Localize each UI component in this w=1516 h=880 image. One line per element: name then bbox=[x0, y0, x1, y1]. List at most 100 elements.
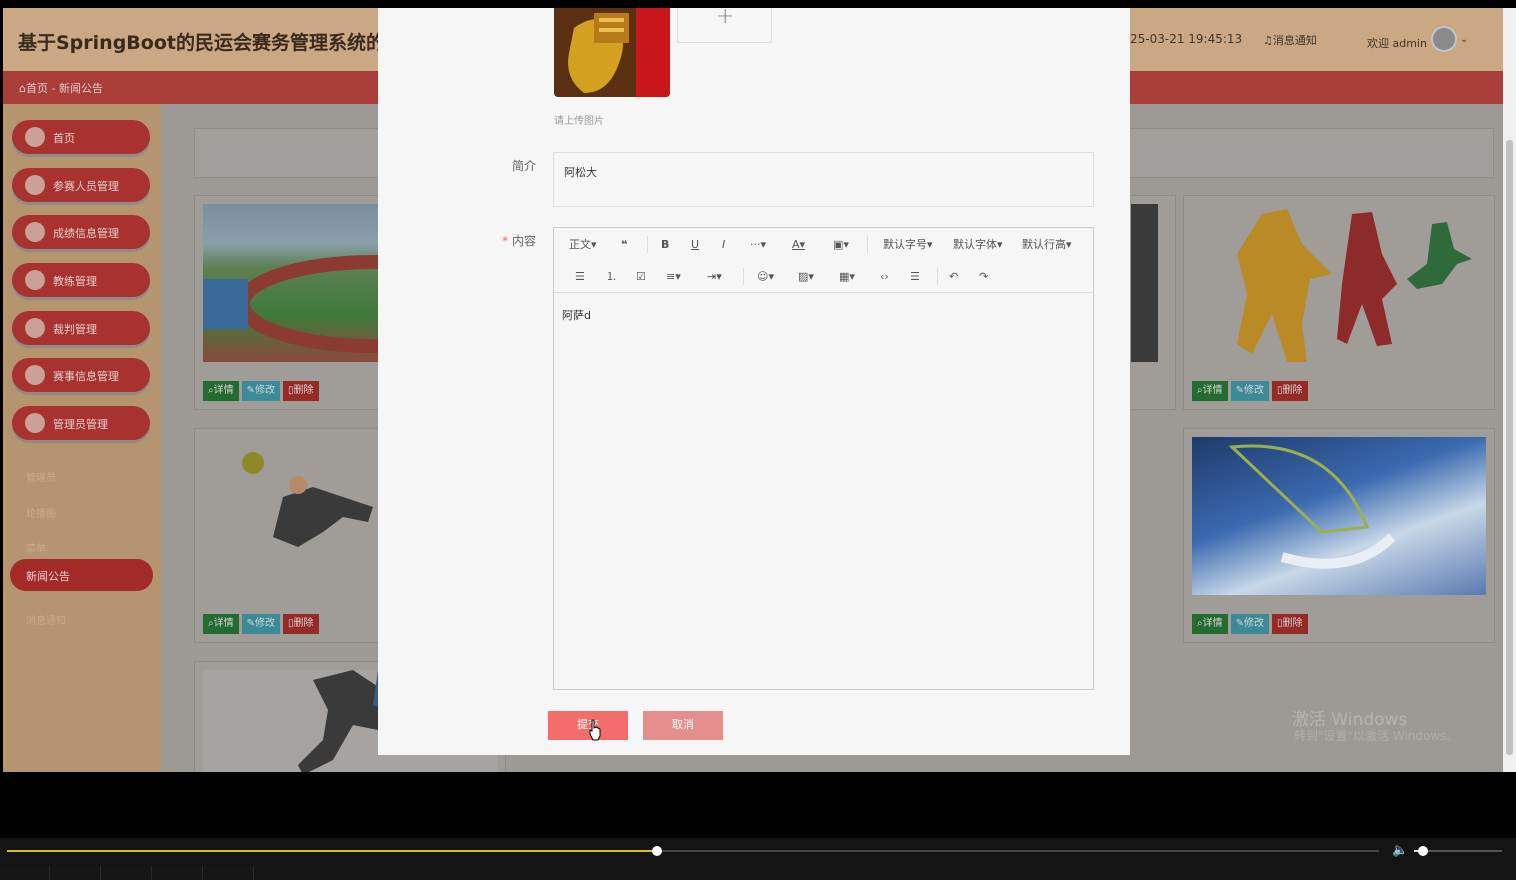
font-color-icon[interactable]: A▾ bbox=[792, 236, 805, 254]
edit-label: 修改 bbox=[255, 385, 275, 396]
line-height-dropdown[interactable]: 默认行高▾ bbox=[1022, 236, 1072, 254]
undo-icon[interactable]: ↶ bbox=[949, 268, 958, 286]
delete-label: 删除 bbox=[293, 385, 314, 396]
delete-label: 删除 bbox=[1282, 385, 1303, 396]
upload-add-button[interactable]: + bbox=[677, 4, 772, 43]
breadcrumb-current: 新闻公告 bbox=[58, 82, 103, 95]
delete-button[interactable]: ▯删除 bbox=[283, 614, 319, 634]
paragraph-dropdown[interactable]: 正文▾ bbox=[569, 236, 597, 254]
notify-link[interactable]: ♫消息通知 bbox=[1263, 32, 1317, 48]
delete-button[interactable]: ▯删除 bbox=[1272, 614, 1308, 634]
edit-button[interactable]: ✎修改 bbox=[1230, 381, 1269, 401]
player-button[interactable] bbox=[51, 866, 101, 880]
indent-icon[interactable]: ⇥▾ bbox=[707, 268, 722, 286]
progress-handle[interactable] bbox=[652, 846, 663, 856]
emoji-icon[interactable]: ☺▾ bbox=[757, 268, 774, 286]
numbered-list-icon[interactable]: ⒈ bbox=[606, 268, 617, 286]
news-card-partial bbox=[1131, 195, 1176, 410]
edit-button[interactable]: ✎修改 bbox=[1230, 614, 1269, 634]
quote-icon[interactable]: ❝ bbox=[621, 236, 627, 254]
player-button[interactable] bbox=[204, 866, 254, 880]
scrollbar-thumb[interactable] bbox=[1506, 140, 1513, 755]
sidebar: 首页 参赛人员管理 成绩信息管理 教练管理 裁判管理 赛事信息管理 管理员管理 … bbox=[3, 104, 161, 772]
detail-button[interactable]: ⌕详情 bbox=[203, 614, 239, 634]
home-icon bbox=[25, 127, 45, 147]
news-card: ⌕详情 ✎修改 ▯删除 bbox=[1183, 428, 1495, 643]
cancel-button[interactable]: 取消 bbox=[643, 711, 723, 740]
sidebar-subitem-messages[interactable]: 消息通知 bbox=[26, 612, 66, 627]
sidebar-item-label: 成绩信息管理 bbox=[53, 227, 119, 240]
detail-button[interactable]: ⌕详情 bbox=[203, 381, 239, 401]
image-icon[interactable]: ▨▾ bbox=[798, 268, 814, 286]
uploaded-image[interactable] bbox=[554, 8, 670, 97]
caret-down-icon: ▾ bbox=[1066, 238, 1072, 251]
detail-label: 详情 bbox=[213, 618, 234, 629]
edit-button[interactable]: ✎修改 bbox=[241, 614, 280, 634]
sidebar-item-scores[interactable]: 成绩信息管理 bbox=[12, 215, 150, 249]
video-player-bar: 🔈 bbox=[0, 838, 1516, 880]
dragon-image bbox=[554, 8, 670, 97]
italic-icon[interactable]: I bbox=[722, 236, 725, 254]
player-controls bbox=[0, 866, 300, 880]
plus-icon: + bbox=[716, 4, 735, 29]
sidebar-subitem-admin[interactable]: 管理员 bbox=[26, 469, 56, 484]
font-family-dropdown[interactable]: 默认字体▾ bbox=[953, 236, 1003, 254]
delete-button[interactable]: ▯删除 bbox=[1272, 381, 1308, 401]
sidebar-subitem-carousel[interactable]: 轮播图 bbox=[26, 505, 56, 520]
runners-image bbox=[1192, 204, 1486, 362]
background-color-icon[interactable]: ▣▾ bbox=[833, 236, 849, 254]
sidebar-item-label: 管理员管理 bbox=[53, 418, 108, 431]
player-button[interactable] bbox=[153, 866, 203, 880]
volume-icon[interactable]: 🔈 bbox=[1392, 843, 1408, 858]
bullet-list-icon[interactable]: ☰ bbox=[575, 268, 585, 286]
user-icon bbox=[25, 413, 45, 433]
sidebar-item-referees[interactable]: 裁判管理 bbox=[12, 311, 150, 345]
todo-list-icon[interactable]: ☑ bbox=[636, 268, 646, 286]
editor-content[interactable]: 阿萨d bbox=[562, 307, 591, 323]
progress-slider[interactable] bbox=[7, 846, 1379, 856]
sidebar-item-participants[interactable]: 参赛人员管理 bbox=[12, 168, 150, 202]
bold-icon[interactable]: B bbox=[661, 236, 669, 254]
user-icon bbox=[25, 175, 45, 195]
sidebar-item-events[interactable]: 赛事信息管理 bbox=[12, 358, 150, 392]
runners-silhouette bbox=[1237, 209, 1472, 362]
code-icon[interactable]: ‹› bbox=[880, 268, 889, 286]
detail-button[interactable]: ⌕详情 bbox=[1192, 381, 1228, 401]
delete-button[interactable]: ▯删除 bbox=[283, 381, 319, 401]
edit-label: 修改 bbox=[255, 618, 275, 629]
monitor-icon bbox=[25, 222, 45, 242]
sidebar-item-label: 赛事信息管理 bbox=[53, 370, 119, 383]
detail-label: 详情 bbox=[1202, 385, 1223, 396]
sidebar-item-coaches[interactable]: 教练管理 bbox=[12, 263, 150, 297]
more-icon[interactable]: ···▾ bbox=[750, 236, 766, 254]
sidebar-item-news[interactable]: 新闻公告 bbox=[10, 559, 153, 591]
sidebar-item-home[interactable]: 首页 bbox=[12, 120, 150, 154]
chevron-down-icon[interactable]: ⌄ bbox=[1460, 34, 1468, 45]
player-button[interactable] bbox=[102, 866, 152, 880]
avatar[interactable] bbox=[1431, 26, 1457, 52]
sidebar-subitem-menu[interactable]: 菜单 bbox=[26, 540, 46, 555]
align-icon[interactable]: ≡▾ bbox=[666, 268, 681, 286]
caret-down-icon: ▾ bbox=[997, 238, 1003, 251]
player-button[interactable] bbox=[0, 866, 50, 880]
edit-button[interactable]: ✎修改 bbox=[241, 381, 280, 401]
font-size-label: 默认字号 bbox=[883, 238, 927, 251]
redo-icon[interactable]: ↷ bbox=[979, 268, 988, 286]
font-size-dropdown[interactable]: 默认字号▾ bbox=[883, 236, 933, 254]
table-icon[interactable]: ▦▾ bbox=[839, 268, 855, 286]
intro-textarea[interactable]: 阿松大 bbox=[553, 152, 1094, 207]
underline-icon[interactable]: U bbox=[691, 236, 699, 254]
sidebar-item-admins[interactable]: 管理员管理 bbox=[12, 406, 150, 440]
detail-button[interactable]: ⌕详情 bbox=[1192, 614, 1228, 634]
volume-slider[interactable] bbox=[1414, 846, 1502, 856]
detail-label: 详情 bbox=[1202, 618, 1223, 629]
volume-handle[interactable] bbox=[1417, 846, 1428, 856]
detail-label: 详情 bbox=[213, 385, 234, 396]
sidebar-item-label: 教练管理 bbox=[53, 275, 97, 288]
edit-icon: ✎ bbox=[1235, 385, 1244, 396]
windsurf-sail bbox=[1228, 444, 1396, 569]
editor-toolbar: 正文▾ ❝ B U I ···▾ A▾ ▣▾ 默认字号▾ 默认字体▾ 默认行高▾… bbox=[554, 228, 1093, 293]
divider-icon[interactable]: ☰ bbox=[910, 268, 920, 286]
upload-tip: 请上传图片 bbox=[554, 116, 604, 127]
breadcrumb-home[interactable]: 首页 bbox=[26, 82, 48, 95]
